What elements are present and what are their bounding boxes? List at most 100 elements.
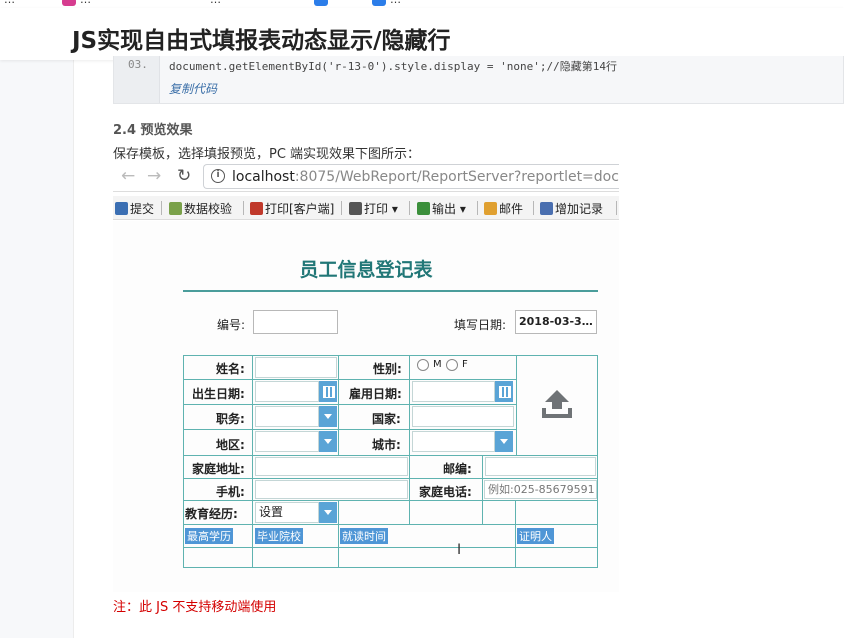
country-input[interactable] [412, 406, 514, 427]
edu-header-degree[interactable]: 最高学历 [185, 528, 233, 544]
print-client-button[interactable]: 打印[客户端] [250, 200, 334, 217]
tab-favicon [372, 0, 386, 6]
left-rail [0, 60, 74, 638]
printer-icon [349, 202, 362, 215]
edu-select[interactable]: 设置 [255, 502, 319, 523]
report-form: 员工信息登记表 编号: 填写日期: 2018-03-3… 姓名: 性别: M F… [113, 221, 619, 592]
reload-icon[interactable]: ↻ [177, 166, 191, 186]
url-field[interactable]: i localhost:8075/WebReport/ReportServer?… [203, 164, 619, 189]
tab-fragment[interactable]: … [80, 0, 91, 6]
info-icon[interactable]: i [211, 169, 225, 183]
toolbar-separator [341, 201, 342, 215]
upload-icon[interactable] [540, 388, 574, 420]
calendar-icon[interactable] [319, 381, 337, 402]
pdf-icon [250, 202, 263, 215]
add-record-button[interactable]: 增加记录 [540, 200, 603, 217]
tab-fragment[interactable]: … [390, 0, 401, 6]
code-block: 03. document.getElementById('r-13-0').st… [113, 56, 844, 104]
back-arrow-icon[interactable]: ← [121, 166, 135, 186]
zip-input[interactable] [485, 457, 596, 476]
toolbar-separator [533, 201, 534, 215]
article-header: JS实现自由式填报表动态显示/隐藏行 [0, 8, 844, 60]
id-input[interactable] [253, 310, 338, 334]
mail-button[interactable]: 邮件 [484, 200, 523, 217]
home-phone-label: 家庭电话: [419, 485, 472, 499]
edu-header-referee[interactable]: 证明人 [517, 528, 554, 544]
copy-code-link[interactable]: 复制代码 [169, 80, 217, 97]
validate-button[interactable]: 数据校验 [169, 200, 232, 217]
export-icon [417, 202, 430, 215]
grid-cell[interactable] [338, 547, 516, 568]
edu-header-school[interactable]: 毕业院校 [255, 528, 303, 544]
preview-screenshot: ← → ↻ i localhost:8075/WebReport/ReportS… [113, 162, 619, 592]
chevron-down-icon[interactable] [319, 406, 337, 427]
mobile-label: 手机: [216, 485, 245, 499]
tab-favicon [62, 0, 76, 6]
grid-cell [338, 500, 410, 525]
validate-icon [169, 202, 182, 215]
text-cursor-icon: I [457, 542, 462, 558]
gender-f-label: F [462, 359, 468, 370]
url-host: localhost [232, 169, 295, 185]
chevron-down-icon[interactable] [319, 502, 337, 523]
tab-fragment[interactable]: … [210, 0, 221, 6]
title-underline [183, 290, 598, 292]
grid-cell [515, 500, 598, 525]
gender-m-label: M [433, 359, 442, 370]
name-input[interactable] [255, 357, 337, 378]
toolbar-separator [409, 201, 410, 215]
section-heading: 2.4 预览效果 [113, 123, 193, 138]
add-record-label: 增加记录 [555, 202, 604, 216]
fill-date-input[interactable]: 2018-03-3… [515, 310, 597, 334]
id-label: 编号: [217, 318, 246, 332]
chevron-down-icon[interactable] [319, 431, 337, 452]
line-number: 03. [128, 58, 148, 71]
grid-cell[interactable] [515, 547, 598, 568]
chevron-down-icon[interactable] [495, 431, 513, 452]
export-label: 输出 [432, 202, 457, 216]
mail-label: 邮件 [499, 202, 524, 216]
grid-cell[interactable] [252, 547, 339, 568]
city-label: 城市: [372, 438, 401, 452]
submit-label: 提交 [130, 202, 155, 216]
position-label: 职务: [216, 412, 245, 426]
fill-date-label: 填写日期: [454, 318, 507, 332]
birth-input[interactable] [255, 381, 319, 402]
url-text: localhost:8075/WebReport/ReportServer?re… [232, 169, 619, 185]
mobile-input[interactable] [255, 480, 408, 499]
url-path: :8075/WebReport/ReportServer?reportlet=d… [294, 169, 619, 185]
submit-icon [115, 202, 128, 215]
gender-label: 性别: [373, 362, 402, 376]
submit-button[interactable]: 提交 [115, 200, 154, 217]
home-phone-input[interactable]: 例如:025-85679591 [484, 480, 597, 499]
region-select[interactable] [255, 431, 319, 452]
gender-f-radio[interactable] [446, 359, 458, 371]
address-label: 家庭地址: [192, 462, 245, 476]
hire-input[interactable] [412, 381, 495, 402]
toolbar-separator [616, 201, 617, 215]
tab-fragment[interactable]: … [4, 0, 15, 6]
grid-cell[interactable] [183, 547, 253, 568]
hire-label: 雇用日期: [349, 387, 402, 401]
toolbar-separator [243, 201, 244, 215]
browser-address-bar: ← → ↻ i localhost:8075/WebReport/ReportS… [113, 162, 619, 192]
region-label: 地区: [216, 438, 245, 452]
grid-cell [482, 500, 516, 525]
print-button[interactable]: 打印 ▾ [349, 200, 398, 217]
calendar-icon[interactable] [495, 381, 513, 402]
address-input[interactable] [255, 457, 408, 476]
export-button[interactable]: 输出 ▾ [417, 200, 466, 217]
print-label: 打印 [364, 202, 389, 216]
zip-label: 邮编: [443, 462, 472, 476]
position-select[interactable] [255, 406, 319, 427]
validate-label: 数据校验 [184, 202, 233, 216]
print-client-label: 打印[客户端] [265, 202, 335, 216]
city-select[interactable] [412, 431, 495, 452]
code-line: document.getElementById('r-13-0').style.… [169, 60, 617, 73]
edu-header-period[interactable]: 就读时间 [340, 528, 388, 544]
forward-arrow-icon[interactable]: → [147, 166, 161, 186]
article-title: JS实现自由式填报表动态显示/隐藏行 [72, 28, 451, 54]
gender-m-radio[interactable] [417, 359, 429, 371]
edu-label: 教育经历: [185, 507, 238, 521]
grid-cell [409, 500, 483, 525]
